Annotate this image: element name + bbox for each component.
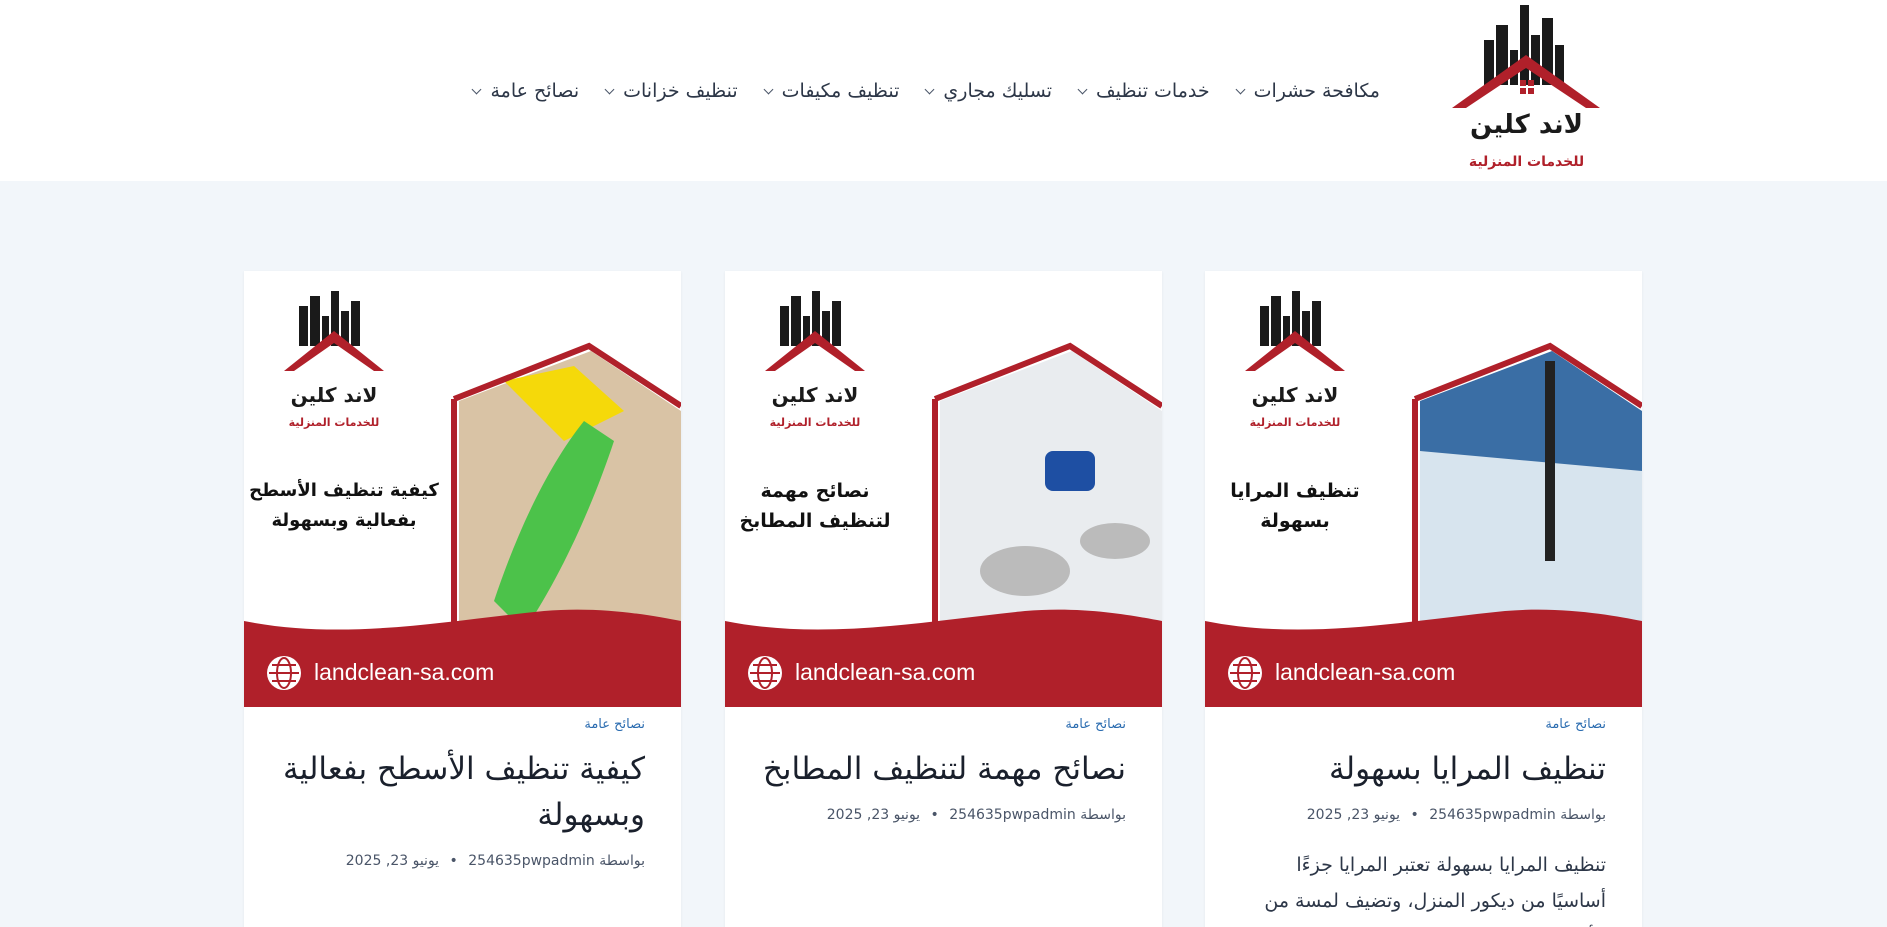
thumbnail-caption: نصائح مهمة لتنظيف المطابخ (725, 476, 925, 536)
post-category-link[interactable]: نصائح عامة (761, 717, 1126, 732)
post-card: لاند كلين للخدمات المنزلية نصائح مهمة لت… (725, 271, 1162, 927)
post-date: يونيو 23, 2025 (826, 807, 921, 823)
post-card-body: نصائح عامة كيفية تنظيف الأسطح بفعالية وب… (244, 707, 681, 869)
post-card-body: نصائح عامة نصائح مهمة لتنظيف المطابخ بوا… (725, 707, 1162, 823)
post-card: لاند كلين للخدمات المنزلية كيفية تنظيف ا… (244, 271, 681, 927)
author-prefix: بواسطة (1560, 807, 1606, 823)
thumbnail-caption-line: تنظيف المرايا (1230, 480, 1360, 502)
author-prefix: بواسطة (1080, 807, 1126, 823)
thumbnail-caption-line: كيفية تنظيف الأسطح (249, 480, 439, 501)
site-header: لاند كلين للخدمات المنزلية مكافحة حشرات … (0, 0, 1887, 181)
meta-separator: • (930, 807, 939, 823)
nav-item-label: تسليك مجاري (943, 80, 1052, 102)
thumbnail-caption-line: لتنظيف المطابخ (739, 510, 891, 532)
thumbnail-caption-line: بسهولة (1260, 510, 1330, 532)
nav-item-label: مكافحة حشرات (1253, 80, 1380, 102)
nav-item-label: نصائح عامة (490, 80, 580, 102)
nav-item-ac-cleaning[interactable]: تنظيف مكيفات (763, 80, 900, 102)
nav-item-label: تنظيف مكيفات (781, 80, 900, 102)
thumbnail-logo-name: لاند كلين (1251, 383, 1339, 407)
thumbnail-logo-name: لاند كلين (290, 383, 378, 407)
post-card: لاند كلين للخدمات المنزلية تنظيف المرايا… (1205, 271, 1642, 927)
post-title[interactable]: كيفية تنظيف الأسطح بفعالية وبسهولة (280, 746, 645, 838)
author-prefix: بواسطة (599, 853, 645, 869)
nav-item-cleaning-services[interactable]: خدمات تنظيف (1077, 80, 1210, 102)
meta-separator: • (1410, 807, 1419, 823)
post-card-body: نصائح عامة تنظيف المرايا بسهولة بواسطة 2… (1205, 707, 1642, 927)
thumbnail-logo-tagline: للخدمات المنزلية (769, 416, 861, 429)
nav-item-drain-unclogging[interactable]: تسليك مجاري (924, 80, 1052, 102)
thumbnail-caption: تنظيف المرايا بسهولة (1205, 476, 1405, 536)
thumbnail-site-url: landclean-sa.com (795, 659, 976, 685)
logo-tagline: للخدمات المنزلية (1468, 154, 1585, 170)
nav-item-label: تنظيف خزانات (623, 80, 738, 102)
author-link[interactable]: 254635pwpadmin (1429, 807, 1556, 823)
chevron-down-icon (1077, 84, 1088, 94)
nav-item-general-tips[interactable]: نصائح عامة (472, 80, 580, 102)
thumbnail-logo-tagline: للخدمات المنزلية (1249, 416, 1341, 429)
post-thumbnail[interactable]: لاند كلين للخدمات المنزلية تنظيف المرايا… (1205, 271, 1642, 707)
post-thumbnail[interactable]: لاند كلين للخدمات المنزلية كيفية تنظيف ا… (244, 271, 681, 707)
post-thumbnail[interactable]: لاند كلين للخدمات المنزلية نصائح مهمة لت… (725, 271, 1162, 707)
post-title[interactable]: نصائح مهمة لتنظيف المطابخ (761, 746, 1126, 792)
thumbnail-site-url: landclean-sa.com (1275, 659, 1456, 685)
globe-icon (1228, 656, 1262, 690)
chevron-down-icon (763, 84, 774, 94)
chevron-down-icon (472, 84, 482, 94)
post-date: يونيو 23, 2025 (1306, 807, 1401, 823)
nav-item-tank-cleaning[interactable]: تنظيف خزانات (604, 80, 738, 102)
thumbnail-logo-tagline: للخدمات المنزلية (288, 416, 380, 429)
author-link[interactable]: 254635pwpadmin (949, 807, 1076, 823)
post-meta: بواسطة 254635pwpadmin • يونيو 23, 2025 (280, 853, 645, 869)
site-logo[interactable]: لاند كلين للخدمات المنزلية (1444, 0, 1609, 181)
nav-item-label: خدمات تنظيف (1095, 80, 1210, 102)
post-date: يونيو 23, 2025 (345, 853, 440, 869)
main-nav: مكافحة حشرات خدمات تنظيف تسليك مجاري تنظ… (472, 76, 1380, 106)
post-category-link[interactable]: نصائح عامة (280, 717, 645, 732)
post-title[interactable]: تنظيف المرايا بسهولة (1241, 746, 1606, 792)
globe-icon (267, 656, 301, 690)
chevron-down-icon (1235, 84, 1246, 94)
author-link[interactable]: 254635pwpadmin (468, 853, 595, 869)
nav-item-pest-control[interactable]: مكافحة حشرات (1235, 80, 1380, 102)
post-meta: بواسطة 254635pwpadmin • يونيو 23, 2025 (1241, 807, 1606, 823)
logo-name: لاند كلين (1470, 110, 1584, 140)
post-excerpt: تنظيف المرايا بسهولة تعتبر المرايا جزءًا… (1264, 854, 1606, 927)
chevron-down-icon (924, 84, 935, 94)
thumbnail-caption-line: نصائح مهمة (760, 480, 870, 502)
post-meta: بواسطة 254635pwpadmin • يونيو 23, 2025 (761, 807, 1126, 823)
thumbnail-caption-line: بفعالية وبسهولة (271, 510, 417, 531)
post-category-link[interactable]: نصائح عامة (1241, 717, 1606, 732)
chevron-down-icon (604, 84, 615, 94)
thumbnail-site-url: landclean-sa.com (314, 659, 495, 685)
thumbnail-caption: كيفية تنظيف الأسطح بفعالية وبسهولة (244, 476, 464, 536)
thumbnail-logo-name: لاند كلين (771, 383, 859, 407)
meta-separator: • (449, 853, 458, 869)
globe-icon (748, 656, 782, 690)
